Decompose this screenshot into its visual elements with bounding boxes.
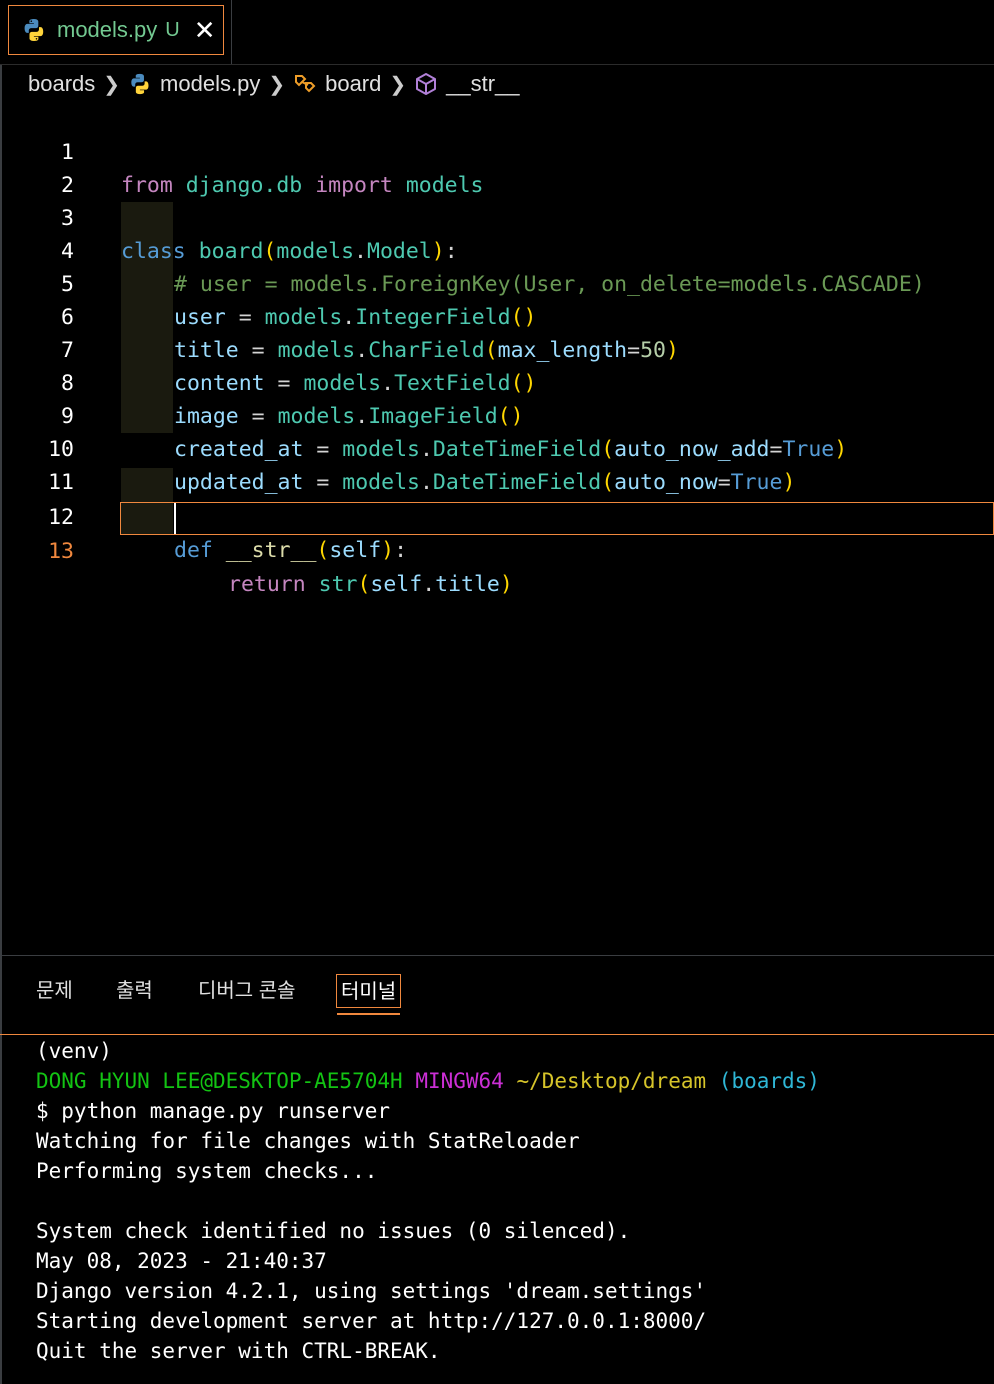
- terminal-prompt: DONG HYUN LEE@DESKTOP-AE5704H MINGW64 ~/…: [36, 1066, 986, 1096]
- breadcrumb-item-folder[interactable]: boards: [28, 71, 95, 97]
- terminal-line: Django version 4.2.1, using settings 'dr…: [36, 1279, 707, 1303]
- code-line: 5 user = models.IntegerField(): [0, 235, 994, 330]
- chevron-right-icon: ❯: [389, 73, 407, 96]
- tab-divider: [231, 0, 232, 64]
- tab-filename: models.py: [57, 17, 158, 42]
- terminal-line: (venv): [36, 1039, 112, 1063]
- python-icon: [24, 19, 44, 41]
- chevron-right-icon: ❯: [268, 73, 286, 96]
- code-line: 1 from django.db import models: [0, 103, 994, 198]
- terminal-line: $ python manage.py runserver: [36, 1099, 391, 1123]
- code-line: 3 class board(models.Model):: [0, 169, 994, 264]
- breadcrumb: boards ❯ models.py ❯ board ❯ __str__: [0, 65, 994, 103]
- terminal-line: Quit the server with CTRL-BREAK.: [36, 1339, 441, 1363]
- prompt-user: DONG HYUN LEE@DESKTOP-AE5704H: [36, 1069, 403, 1093]
- tab-debug-console[interactable]: 디버그 콘솔: [198, 974, 296, 1008]
- prompt-shell: MINGW64: [415, 1069, 504, 1093]
- code-line-active: 13 return str(self.title): [0, 502, 994, 597]
- close-icon[interactable]: ✕: [194, 17, 216, 43]
- terminal-line: Performing system checks...: [36, 1159, 378, 1183]
- code-editor[interactable]: 1 from django.db import models 2 3 class…: [0, 103, 994, 955]
- panel-separator: [0, 1034, 994, 1035]
- terminal-line: Watching for file changes with StatReloa…: [36, 1129, 580, 1153]
- tab-output[interactable]: 출력: [116, 974, 153, 1008]
- code-line: 12 def __str__(self):: [0, 468, 994, 563]
- terminal-line: May 08, 2023 - 21:40:37: [36, 1249, 327, 1273]
- breadcrumb-item-method[interactable]: __str__: [446, 71, 519, 97]
- code-line: 4 # user = models.ForeignKey(User, on_de…: [0, 202, 994, 297]
- terminal-output[interactable]: (venv) DONG HYUN LEE@DESKTOP-AE5704H MIN…: [36, 1036, 986, 1366]
- code-line: 9 created_at = models.DateTimeField(auto…: [0, 367, 994, 462]
- breadcrumb-item-file[interactable]: models.py: [160, 71, 260, 97]
- method-icon: [416, 73, 437, 95]
- panel-tabs: 문제 출력 디버그 콘솔 터미널: [0, 956, 994, 1034]
- code-line: 10 updated_at = models.DateTimeField(aut…: [0, 400, 994, 495]
- prompt-path: ~/Desktop/dream: [516, 1069, 707, 1093]
- chevron-right-icon: ❯: [103, 73, 121, 96]
- tab-terminal[interactable]: 터미널: [336, 974, 402, 1015]
- tab-git-status: U: [165, 18, 180, 41]
- code-line: 11: [0, 433, 994, 495]
- prompt-branch: (boards): [718, 1069, 820, 1093]
- code-line: 7 content = models.TextField(): [0, 301, 994, 396]
- line-number-active: 13: [48, 539, 74, 564]
- terminal-line: Starting development server at http://12…: [36, 1309, 707, 1333]
- tab-problems[interactable]: 문제: [36, 974, 73, 1008]
- tab-models-py[interactable]: models.py U ✕: [8, 5, 224, 55]
- tab-bar: models.py U ✕: [0, 0, 994, 65]
- class-icon: [295, 75, 316, 93]
- code-line: 2: [0, 136, 994, 198]
- code-line: 8 image = models.ImageField(): [0, 334, 994, 429]
- breadcrumb-item-class[interactable]: board: [325, 71, 381, 97]
- terminal-line: System check identified no issues (0 sil…: [36, 1219, 631, 1243]
- code-line: 6 title = models.CharField(max_length=50…: [0, 268, 994, 363]
- python-icon: [131, 73, 149, 95]
